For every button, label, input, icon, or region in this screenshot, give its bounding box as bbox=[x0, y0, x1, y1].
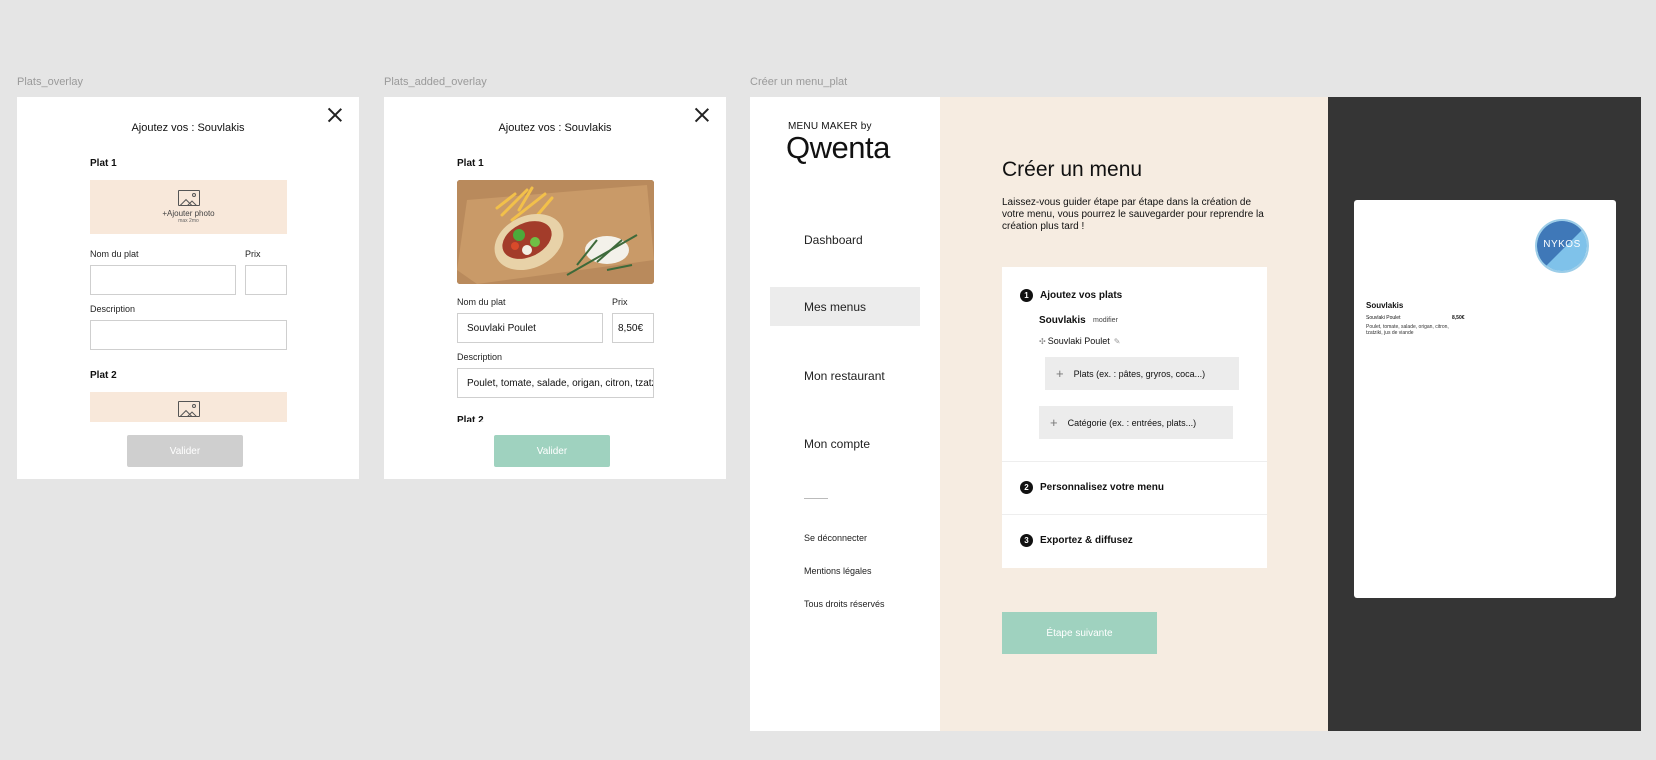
description-label: Description bbox=[457, 352, 503, 362]
plat-2-label: Plat 2 bbox=[90, 370, 117, 381]
close-icon[interactable] bbox=[327, 107, 343, 123]
add-photo-dropzone-2[interactable] bbox=[90, 392, 287, 422]
preview-dish-desc: Poulet, tomate, salade, origan, citron, … bbox=[1366, 324, 1449, 336]
image-icon bbox=[177, 401, 200, 417]
price-label: Prix bbox=[245, 249, 261, 259]
plats-overlay: Ajoutez vos : Souvlakis Plat 1 +Ajouter … bbox=[17, 97, 359, 479]
plus-icon: + bbox=[1056, 366, 1064, 381]
add-dish-label: Plats (ex. : pâtes, gryros, coca...) bbox=[1073, 368, 1206, 379]
dish-item-label: Souvlaki Poulet bbox=[1047, 336, 1110, 346]
category-name: Souvlakis bbox=[1039, 315, 1086, 326]
dish-name-input[interactable] bbox=[90, 265, 236, 295]
price-label: Prix bbox=[612, 297, 628, 307]
price-input[interactable] bbox=[245, 265, 287, 295]
description-label: Description bbox=[90, 304, 136, 314]
step-3[interactable]: 3 Exportez & diffusez bbox=[1020, 534, 1133, 547]
name-label: Nom du plat bbox=[90, 249, 139, 259]
add-category-label: Catégorie (ex. : entrées, plats...) bbox=[1067, 417, 1197, 428]
plat-1-label: Plat 1 bbox=[457, 158, 484, 169]
menu-preview: NYKOS Souvlakis Souvlaki Poulet 8,50€ Po… bbox=[1354, 200, 1616, 598]
plus-icon: + bbox=[1050, 415, 1058, 430]
plat-1-label: Plat 1 bbox=[90, 158, 117, 169]
plat-2-label: Plat 2 bbox=[457, 415, 484, 422]
add-dish-button[interactable]: + Plats (ex. : pâtes, gryros, coca...) bbox=[1045, 357, 1239, 390]
step-2[interactable]: 2 Personnalisez votre menu bbox=[1020, 481, 1164, 494]
modify-link[interactable]: modifier bbox=[1093, 317, 1118, 324]
description-input[interactable] bbox=[90, 320, 287, 350]
validate-button[interactable]: Valider bbox=[127, 435, 243, 467]
restaurant-logo: NYKOS bbox=[1535, 219, 1589, 273]
legal-link[interactable]: Mentions légales bbox=[804, 566, 872, 576]
page-title: Créer un menu bbox=[1002, 158, 1143, 181]
price-input[interactable]: 8,50€ bbox=[612, 313, 654, 343]
add-photo-dropzone[interactable]: +Ajouter photo max 2mo bbox=[90, 180, 287, 234]
dish-item[interactable]: ✣ Souvlaki Poulet ✎ bbox=[1039, 336, 1120, 346]
divider bbox=[1002, 514, 1267, 515]
main-content: Créer un menu Laissez-vous guider étape … bbox=[940, 97, 1328, 731]
overlay-title: Ajoutez vos : Souvlakis bbox=[131, 122, 245, 134]
steps-panel: 1 Ajoutez vos plats Souvlakis modifier ✣… bbox=[1002, 267, 1267, 568]
step-label: Ajoutez vos plats bbox=[1040, 290, 1123, 301]
validate-button[interactable]: Valider bbox=[494, 435, 610, 467]
drag-handle-icon[interactable]: ✣ bbox=[1039, 337, 1046, 346]
rights-link[interactable]: Tous droits réservés bbox=[804, 599, 885, 609]
step-number: 3 bbox=[1020, 534, 1033, 547]
close-icon[interactable] bbox=[694, 107, 710, 123]
step-number: 2 bbox=[1020, 481, 1033, 494]
logout-link[interactable]: Se déconnecter bbox=[804, 533, 867, 543]
frame-label-plats-added-overlay: Plats_added_overlay bbox=[384, 76, 487, 88]
sidebar-item-mon-compte[interactable]: Mon compte bbox=[804, 437, 870, 451]
name-label: Nom du plat bbox=[457, 297, 506, 307]
dish-photo bbox=[457, 180, 654, 284]
sidebar-item-dashboard[interactable]: Dashboard bbox=[804, 233, 863, 247]
overlay-title: Ajoutez vos : Souvlakis bbox=[498, 122, 612, 134]
step-label: Personnalisez votre menu bbox=[1040, 482, 1164, 493]
description-input[interactable]: Poulet, tomate, salade, origan, citron, … bbox=[457, 368, 654, 398]
page-intro: Laissez-vous guider étape par étape dans… bbox=[1002, 197, 1264, 232]
brand-logo[interactable]: Qwenta bbox=[786, 130, 890, 166]
sidebar-item-mon-restaurant[interactable]: Mon restaurant bbox=[804, 369, 885, 383]
sidebar-divider bbox=[804, 498, 828, 499]
preview-panel: NYKOS Souvlakis Souvlaki Poulet 8,50€ Po… bbox=[1328, 97, 1641, 731]
max-size-label: max 2mo bbox=[178, 218, 199, 224]
image-icon bbox=[177, 190, 200, 206]
frame-label-plats-overlay: Plats_overlay bbox=[17, 76, 84, 88]
dish-name-input[interactable]: Souvlaki Poulet bbox=[457, 313, 603, 343]
sidebar: MENU MAKER by Qwenta Dashboard Mes menus… bbox=[750, 97, 940, 731]
logo-text: NYKOS bbox=[1543, 239, 1581, 250]
add-category-button[interactable]: + Catégorie (ex. : entrées, plats...) bbox=[1039, 406, 1233, 439]
sidebar-item-label: Mes menus bbox=[804, 300, 867, 314]
step-label: Exportez & diffusez bbox=[1040, 535, 1133, 546]
preview-category: Souvlakis bbox=[1366, 301, 1404, 310]
preview-dish-price: 8,50€ bbox=[1452, 315, 1465, 321]
add-photo-label: +Ajouter photo bbox=[162, 209, 215, 218]
edit-icon[interactable]: ✎ bbox=[1114, 337, 1121, 346]
divider bbox=[1002, 461, 1267, 462]
sidebar-item-mes-menus[interactable]: Mes menus bbox=[770, 287, 920, 326]
step-1[interactable]: 1 Ajoutez vos plats bbox=[1020, 289, 1122, 302]
step-number: 1 bbox=[1020, 289, 1033, 302]
frame-label-creer-menu: Créer un menu_plat bbox=[750, 76, 848, 88]
next-step-button[interactable]: Étape suivante bbox=[1002, 612, 1157, 654]
plats-added-overlay: Ajoutez vos : Souvlakis Plat 1 Nom du pl… bbox=[384, 97, 726, 479]
preview-dish-name: Souvlaki Poulet bbox=[1366, 315, 1401, 321]
